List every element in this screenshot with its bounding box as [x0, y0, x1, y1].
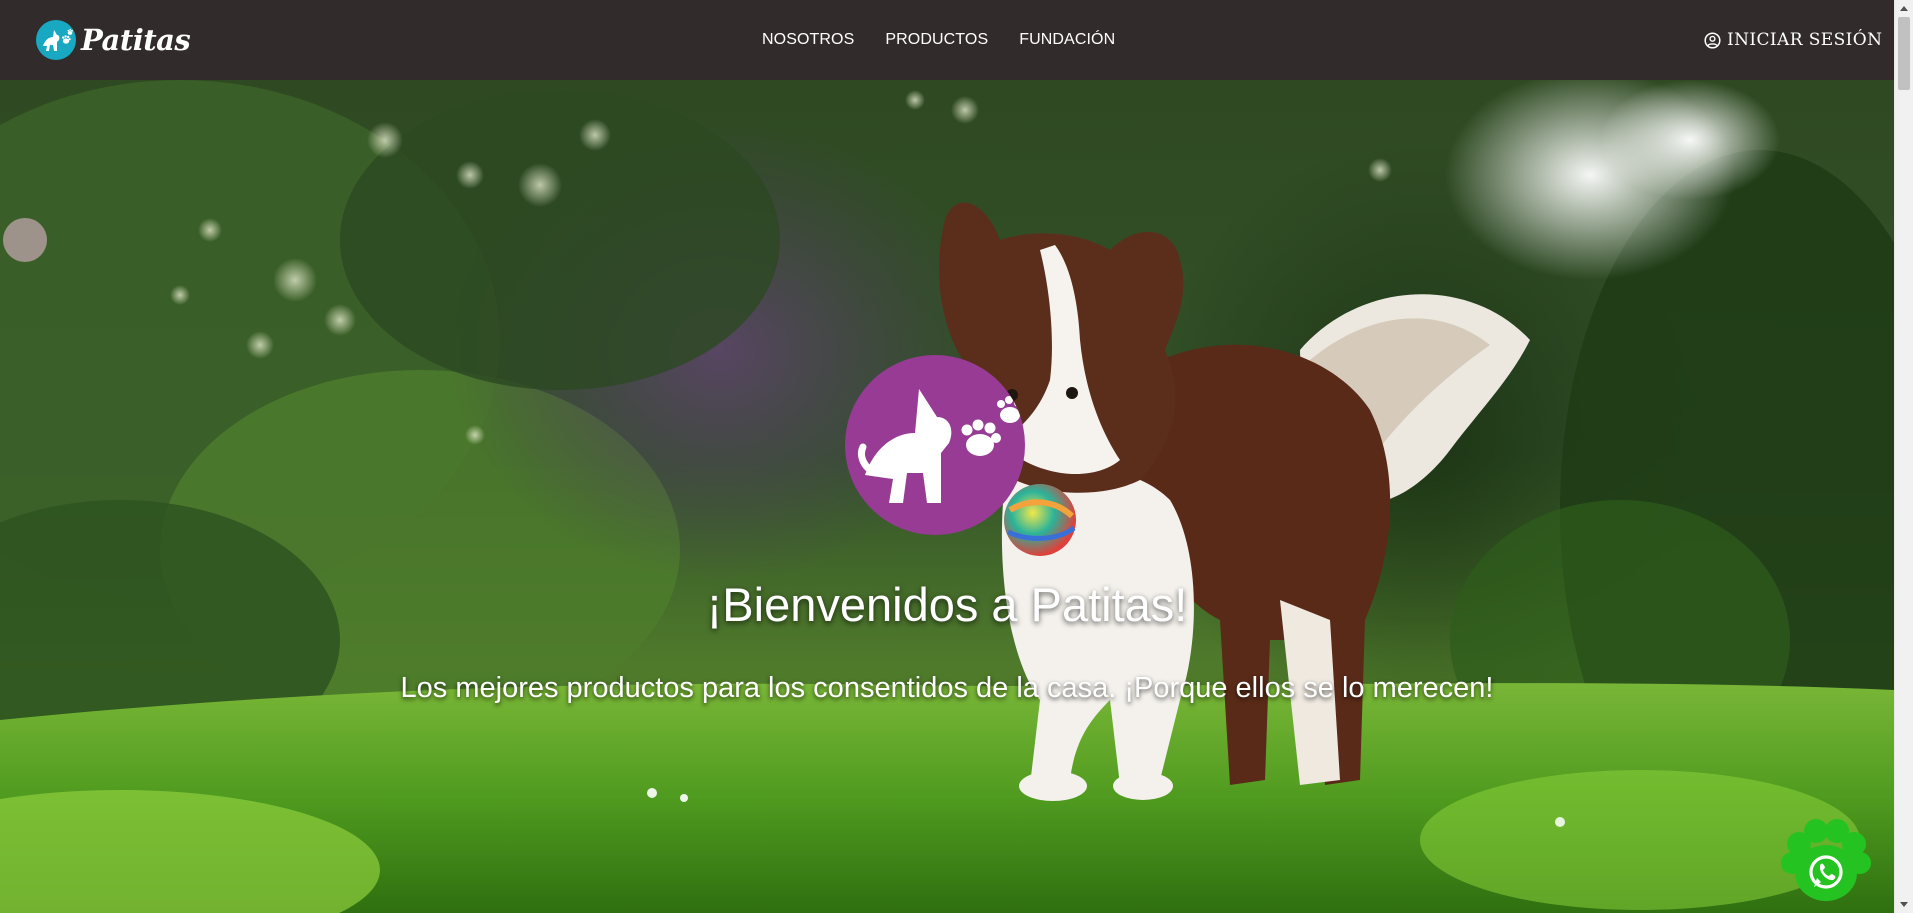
login-label: INICIAR SESIÓN	[1727, 30, 1883, 50]
login-button[interactable]: INICIAR SESIÓN	[1704, 0, 1882, 80]
whatsapp-paw-icon	[1781, 819, 1871, 901]
whatsapp-button[interactable]	[1780, 818, 1872, 903]
scroll-up-arrow-icon[interactable]	[1900, 6, 1908, 11]
page-root: Patitas NOSOTROS PRODUCTOS FUNDACIÓN INI…	[0, 0, 1913, 913]
hero-brand-logo	[845, 355, 1025, 535]
main-nav: NOSOTROS PRODUCTOS FUNDACIÓN	[762, 0, 1115, 80]
hero-section: ¡Bienvenidos a Patitas! Los mejores prod…	[0, 80, 1894, 913]
hero-subtitle: Los mejores productos para los consentid…	[400, 672, 1494, 704]
scroll-down-arrow-icon[interactable]	[1900, 902, 1908, 907]
page-scrollbar[interactable]	[1894, 0, 1913, 913]
nav-link-fundacion[interactable]: FUNDACIÓN	[1019, 31, 1115, 49]
nav-link-nosotros[interactable]: NOSOTROS	[762, 31, 854, 49]
top-navbar: Patitas NOSOTROS PRODUCTOS FUNDACIÓN INI…	[0, 0, 1894, 80]
dog-paw-logo-icon	[858, 389, 1022, 503]
scrollbar-thumb[interactable]	[1898, 17, 1910, 90]
nav-link-productos[interactable]: PRODUCTOS	[885, 31, 988, 49]
user-circle-icon	[1704, 31, 1721, 49]
hero-title: ¡Bienvenidos a Patitas!	[706, 578, 1188, 631]
brand-logo-link[interactable]: Patitas	[36, 20, 191, 60]
brand-name: Patitas	[81, 23, 191, 57]
dog-paw-logo-icon	[36, 20, 76, 60]
